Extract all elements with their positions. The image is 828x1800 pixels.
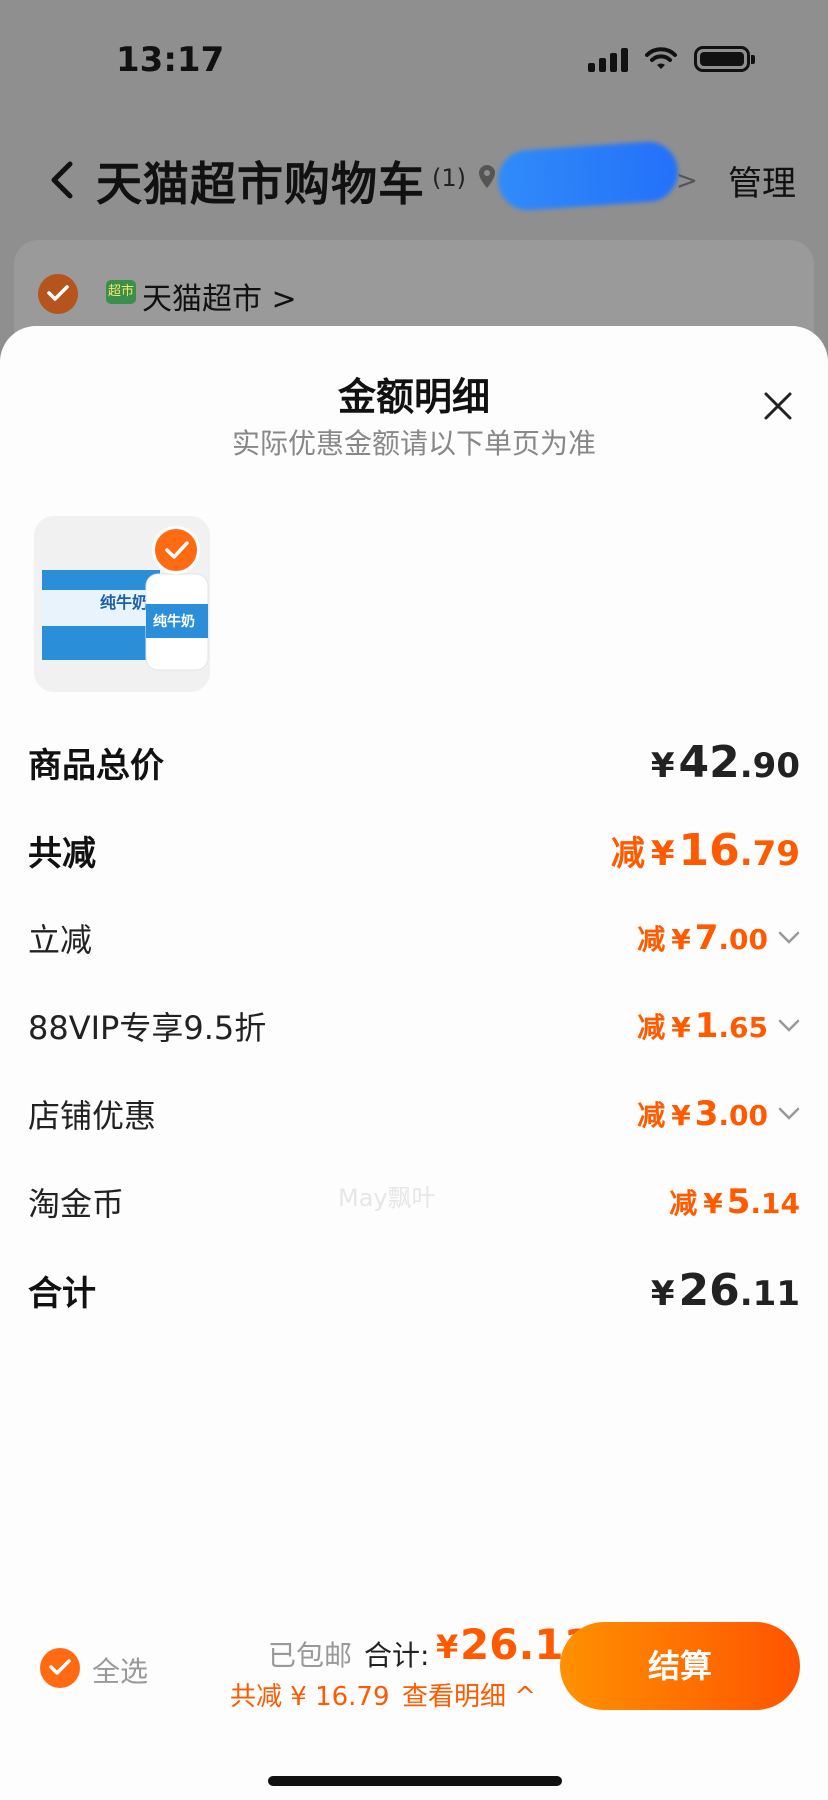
value-integer: 1: [694, 1006, 719, 1046]
total-yen-sign: ¥: [436, 1628, 459, 1666]
checkout-button[interactable]: 结算: [560, 1622, 800, 1710]
close-icon[interactable]: [762, 390, 794, 422]
value-decimal: .90: [739, 745, 800, 786]
chevron-down-icon[interactable]: [778, 1107, 800, 1121]
row-label: 共减: [28, 833, 96, 874]
check-icon: [49, 1659, 71, 1675]
row-value: 减 ¥ 1 .65: [637, 1006, 800, 1046]
back-arrow-icon[interactable]: [44, 158, 84, 202]
value-decimal: .00: [718, 923, 768, 956]
yen-sign: ¥: [650, 1273, 675, 1314]
checkout-bar: 全选 已包邮 合计: ¥ 26.11 共减 ¥ 16.79 查看明细 ^ 结算: [0, 1600, 828, 1800]
tmall-supermarket-logo: 超市: [106, 280, 136, 304]
watermark: May飘叶: [338, 1184, 436, 1212]
battery-icon: [694, 46, 755, 72]
row-label: 商品总价: [28, 745, 164, 786]
value-decimal: .14: [750, 1187, 800, 1220]
address-chevron-icon: >: [676, 166, 698, 196]
box-label: 纯牛奶: [100, 593, 148, 612]
value-integer: 5: [726, 1182, 751, 1222]
row-grand-total: 合计 ¥ 26 .11: [28, 1246, 800, 1334]
store-checkbox[interactable]: [38, 274, 78, 314]
amount-detail-sheet: 金额明细 实际优惠金额请以下单页为准 纯牛奶 纯牛奶 商品总价 ¥ 42 .90: [0, 326, 828, 1800]
discount-prefix: 减: [610, 833, 645, 874]
discount-prefix: 减: [637, 1011, 666, 1044]
total-label: 合计:: [364, 1639, 430, 1672]
page-title: 天猫超市购物车: [96, 157, 425, 211]
check-icon: [165, 541, 189, 559]
yen-sign: ¥: [650, 833, 675, 874]
total-saved: 共减 ¥ 16.79: [230, 1682, 390, 1712]
yen-sign: ¥: [650, 745, 675, 786]
status-bar: 13:17: [0, 0, 828, 120]
view-details-link[interactable]: 查看明细 ^: [402, 1676, 536, 1713]
check-icon: [47, 285, 69, 301]
row-88vip-discount[interactable]: 88VIP专享9.5折 减 ¥ 1 .65: [28, 982, 800, 1070]
row-subtotal: 商品总价 ¥ 42 .90: [28, 718, 800, 806]
signal-icon: [588, 46, 628, 72]
manage-button[interactable]: 管理: [728, 156, 796, 205]
row-value: 减 ¥ 7 .00: [637, 918, 800, 958]
row-label: 合计: [28, 1273, 96, 1314]
value-decimal: .79: [739, 833, 800, 874]
discount-prefix: 减: [669, 1187, 698, 1220]
status-time: 13:17: [116, 40, 225, 80]
value-integer: 42: [678, 736, 740, 788]
cart-header: 天猫超市购物车 (1) > 管理: [0, 139, 828, 220]
bottle-label: 纯牛奶: [153, 613, 195, 629]
row-total-discount: 共减 减 ¥ 16 .79: [28, 806, 800, 894]
discount-prefix: 减: [637, 1099, 666, 1132]
address-redacted[interactable]: [496, 139, 680, 213]
value-integer: 7: [694, 918, 719, 958]
value-decimal: .65: [718, 1011, 768, 1044]
row-instant-discount[interactable]: 立减 减 ¥ 7 .00: [28, 894, 800, 982]
row-store-discount[interactable]: 店铺优惠 减 ¥ 3 .00: [28, 1070, 800, 1158]
value-decimal: .00: [718, 1099, 768, 1132]
value-decimal: .11: [739, 1273, 800, 1314]
yen-sign: ¥: [671, 923, 691, 956]
product-checkbox[interactable]: [152, 526, 200, 574]
row-value: 减 ¥ 16 .79: [611, 825, 800, 876]
sheet-title: 金额明细: [337, 375, 490, 419]
row-value: ¥ 26 .11: [651, 1265, 800, 1316]
amount-rows: 商品总价 ¥ 42 .90 共减 减 ¥ 16 .79 立减 减 ¥ 7 .00: [28, 718, 800, 1334]
value-integer: 16: [678, 824, 740, 876]
store-name[interactable]: 天猫超市 >: [142, 274, 297, 318]
location-pin-icon[interactable]: [478, 164, 496, 190]
status-icons: [588, 46, 755, 72]
row-label: 88VIP专享9.5折: [28, 1009, 267, 1047]
row-label: 店铺优惠: [28, 1097, 157, 1135]
row-value: 减 ¥ 3 .00: [637, 1094, 800, 1134]
row-label: 淘金币: [28, 1185, 125, 1223]
value-integer: 3: [694, 1094, 719, 1134]
select-all-label[interactable]: 全选: [92, 1650, 148, 1690]
value-integer: 26: [678, 1264, 740, 1316]
yen-sign: ¥: [671, 1011, 691, 1044]
yen-sign: ¥: [671, 1099, 691, 1132]
select-all-checkbox[interactable]: [40, 1648, 80, 1688]
chevron-down-icon[interactable]: [778, 931, 800, 945]
cart-count: (1): [432, 164, 466, 192]
discount-prefix: 减: [637, 923, 666, 956]
wifi-icon: [645, 47, 677, 69]
free-shipping-label: 已包邮: [268, 1639, 353, 1672]
sheet-subtitle: 实际优惠金额请以下单页为准: [231, 427, 596, 460]
chevron-down-icon[interactable]: [778, 1019, 800, 1033]
home-indicator[interactable]: [268, 1776, 562, 1786]
row-value: 减 ¥ 5 .14: [669, 1182, 800, 1222]
row-value: ¥ 42 .90: [651, 737, 800, 788]
yen-sign: ¥: [703, 1187, 723, 1220]
row-label: 立减: [28, 921, 93, 959]
